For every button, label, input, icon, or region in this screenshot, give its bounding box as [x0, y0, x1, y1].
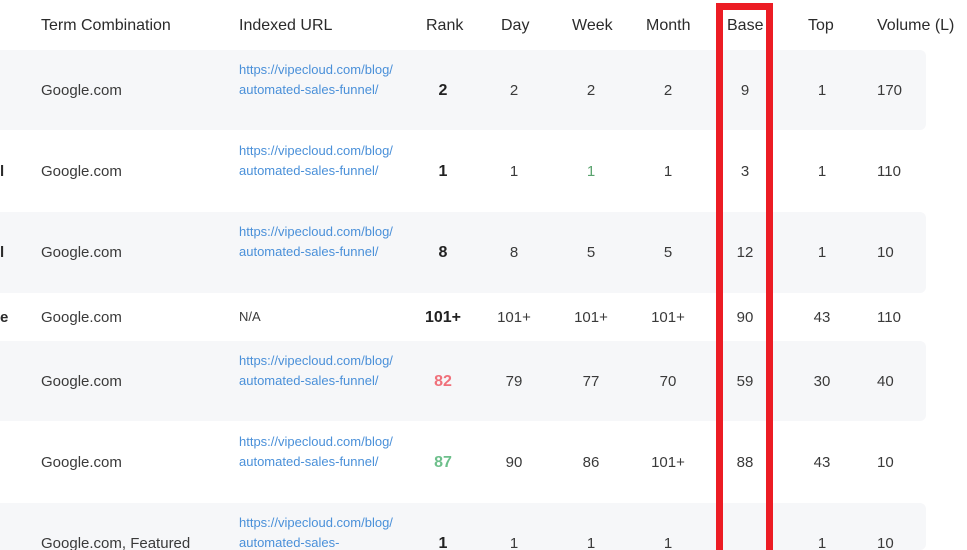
indexed-url-text: N/A — [239, 309, 261, 324]
base-value: 3 — [740, 163, 750, 180]
truncated-keyword: l — [0, 163, 5, 180]
header-volume[interactable]: Volume (L) — [877, 17, 954, 35]
week-value: 2 — [586, 82, 596, 99]
top-value: 1 — [817, 82, 827, 99]
week-value: 101+ — [574, 309, 608, 326]
volume-value: 10 — [877, 535, 894, 550]
term-combination: Google.com — [41, 309, 122, 326]
table-row: l Google.com https://vipecloud.com/blog/… — [0, 212, 926, 293]
day-value: 101+ — [497, 309, 531, 326]
base-value: 88 — [736, 454, 754, 471]
term-combination: Google.com — [41, 163, 122, 180]
top-value: 1 — [817, 535, 827, 550]
top-value: 43 — [813, 309, 831, 326]
week-value: 1 — [586, 163, 596, 180]
rank-value: 87 — [434, 454, 452, 471]
month-value: 5 — [663, 244, 673, 261]
header-top[interactable]: Top — [808, 17, 834, 35]
day-value: 90 — [505, 454, 523, 471]
day-value: 79 — [505, 373, 523, 390]
header-week[interactable]: Week — [572, 17, 613, 35]
term-combination: Google.com — [41, 82, 122, 99]
week-value: 86 — [582, 454, 600, 471]
rank-value: 8 — [438, 244, 448, 261]
week-value: 1 — [586, 535, 596, 550]
month-value: 1 — [663, 535, 673, 550]
indexed-url-link[interactable]: https://vipecloud.com/blog/automated-sal… — [239, 432, 399, 472]
volume-value: 40 — [877, 373, 894, 390]
header-base[interactable]: Base — [727, 17, 763, 35]
day-value: 1 — [509, 163, 519, 180]
indexed-url-link[interactable]: https://vipecloud.com/blog/automated-sal… — [239, 351, 399, 391]
indexed-url-link[interactable]: https://vipecloud.com/blog/automated-sal… — [239, 222, 399, 262]
table-row: Google.com https://vipecloud.com/blog/au… — [0, 50, 926, 130]
week-value: 5 — [586, 244, 596, 261]
day-value: 2 — [509, 82, 519, 99]
month-value: 2 — [663, 82, 673, 99]
base-value: 12 — [736, 244, 754, 261]
term-combination: Google.com — [41, 244, 122, 261]
header-indexed-url[interactable]: Indexed URL — [239, 17, 332, 35]
rank-value: 1 — [438, 535, 448, 550]
rank-value: 2 — [438, 82, 448, 99]
term-combination: Google.com — [41, 373, 122, 390]
top-value: 30 — [813, 373, 831, 390]
base-value: 9 — [740, 82, 750, 99]
indexed-url-link[interactable]: https://vipecloud.com/blog/automated-sal… — [239, 60, 399, 100]
rank-value: 82 — [434, 373, 452, 390]
truncated-keyword: e — [0, 309, 9, 326]
truncated-keyword: l — [0, 244, 5, 261]
top-value: 1 — [817, 244, 827, 261]
month-value: 101+ — [651, 454, 685, 471]
volume-value: 10 — [877, 454, 894, 471]
rank-value: 101+ — [424, 309, 462, 326]
header-term-combination[interactable]: Term Combination — [41, 17, 171, 35]
top-value: 1 — [817, 163, 827, 180]
top-value: 43 — [813, 454, 831, 471]
table-row: Google.com, Featured https://vipecloud.c… — [0, 503, 926, 550]
base-value: 59 — [736, 373, 754, 390]
volume-value: 110 — [877, 309, 901, 326]
indexed-url-link[interactable]: https://vipecloud.com/blog/automated-sal… — [239, 513, 399, 550]
volume-value: 10 — [877, 244, 894, 261]
volume-value: 170 — [877, 82, 903, 99]
volume-value: 110 — [877, 163, 901, 180]
base-value: 90 — [736, 309, 754, 326]
table-row: Google.com https://vipecloud.com/blog/au… — [0, 341, 926, 421]
day-value: 1 — [509, 535, 519, 550]
month-value: 1 — [663, 163, 673, 180]
header-rank[interactable]: Rank — [426, 17, 463, 35]
header-month[interactable]: Month — [646, 17, 690, 35]
term-combination: Google.com, Featured — [41, 535, 191, 550]
term-combination: Google.com — [41, 454, 122, 471]
week-value: 77 — [582, 373, 600, 390]
month-value: 101+ — [651, 309, 685, 326]
month-value: 70 — [659, 373, 677, 390]
header-day[interactable]: Day — [501, 17, 529, 35]
day-value: 8 — [509, 244, 519, 261]
table-row: l Google.com https://vipecloud.com/blog/… — [0, 131, 926, 211]
indexed-url-link[interactable]: https://vipecloud.com/blog/automated-sal… — [239, 141, 399, 181]
table-row: Google.com https://vipecloud.com/blog/au… — [0, 422, 926, 502]
table-row: e Google.com N/A 101+ 101+ 101+ 101+ 90 … — [0, 294, 926, 340]
table-header: Term Combination Indexed URL Rank Day We… — [0, 0, 967, 50]
rank-value: 1 — [438, 163, 448, 180]
